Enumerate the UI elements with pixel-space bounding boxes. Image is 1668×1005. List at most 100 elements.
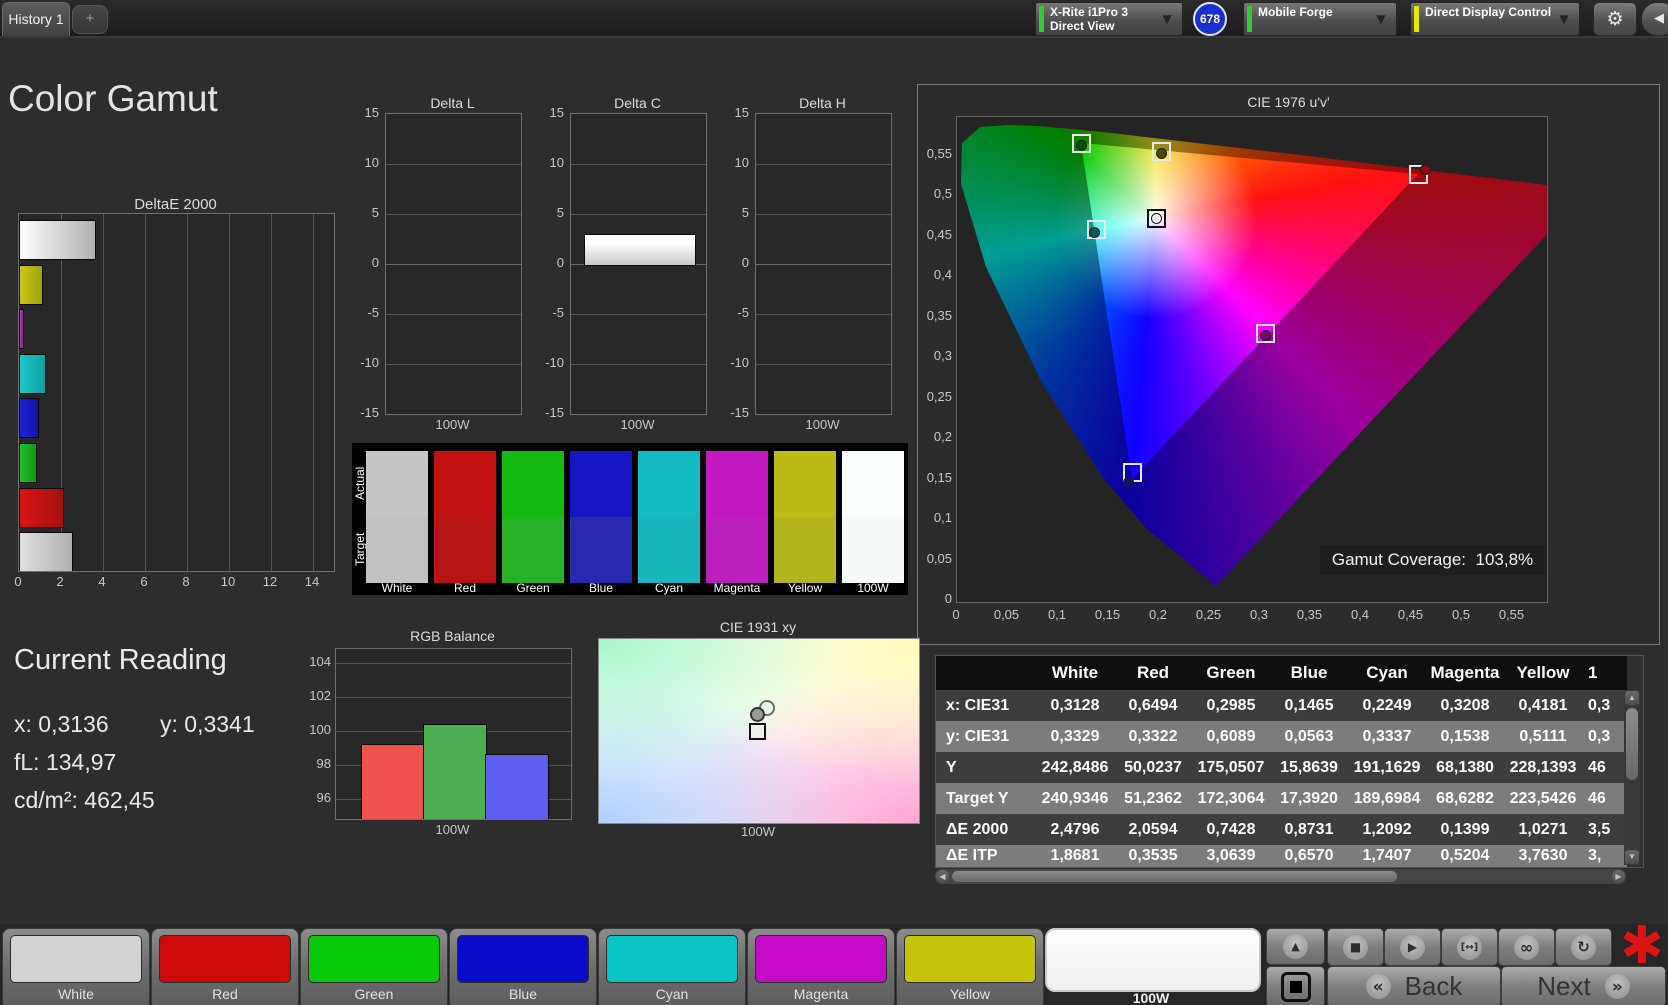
- add-tab-button[interactable]: +: [72, 5, 108, 34]
- gamut-coverage-readout: Gamut Coverage: 103,8%: [1320, 545, 1545, 575]
- target-swatch: [366, 517, 428, 583]
- pattern-label: Yellow: [950, 986, 990, 1002]
- table-cell: 0,5111: [1519, 727, 1567, 745]
- delta-chart-delta-h: [755, 113, 892, 415]
- target-swatch: [774, 517, 836, 583]
- pattern-chip: [308, 935, 440, 983]
- deltae-bar-cyan: [19, 354, 46, 394]
- gridline: [145, 214, 146, 571]
- x-tick-label: 0,4: [1350, 607, 1370, 622]
- calibration-asterisk-icon[interactable]: ✱: [1620, 916, 1664, 976]
- loop-button[interactable]: ∞: [1498, 928, 1555, 966]
- table-cell: 0,8731: [1284, 820, 1334, 838]
- scroll-up-arrow-icon[interactable]: ▲: [1625, 691, 1639, 705]
- y-tick-label: -5: [552, 305, 564, 320]
- x-tick-label: 2: [56, 574, 64, 589]
- table-cell-partial: 46: [1588, 758, 1606, 776]
- play-button[interactable]: ▶: [1384, 928, 1441, 966]
- table-vertical-scrollbar[interactable]: ▲ ▼: [1624, 690, 1640, 865]
- pattern-button-green[interactable]: Green: [300, 928, 448, 1005]
- settings-button[interactable]: ⚙: [1593, 2, 1637, 36]
- pattern-button-magenta[interactable]: Magenta: [747, 928, 895, 1005]
- scroll-left-arrow-icon[interactable]: ◀: [936, 870, 949, 883]
- cyan-marker-dot: [1089, 227, 1100, 238]
- pattern-chip: [457, 935, 589, 983]
- pattern-up-button[interactable]: ▲: [1266, 928, 1325, 965]
- table-cell: 172,3064: [1197, 789, 1265, 807]
- column-header-partial: 1: [1588, 663, 1598, 682]
- source-dropdown[interactable]: Mobile Forge ▼: [1243, 2, 1397, 36]
- table-cell: 1,7407: [1362, 847, 1412, 864]
- column-header-blue: Blue: [1290, 663, 1328, 682]
- column-header-red: Red: [1136, 663, 1170, 682]
- pattern-label: Red: [212, 986, 238, 1002]
- row-label: ΔE 2000: [946, 820, 1009, 838]
- pattern-button-yellow[interactable]: Yellow: [896, 928, 1044, 1005]
- x-tick-label: 4: [98, 574, 106, 589]
- pattern-button-blue[interactable]: Blue: [449, 928, 597, 1005]
- back-button[interactable]: « Back: [1327, 966, 1501, 1005]
- table-cell: 0,2985: [1206, 696, 1256, 714]
- row-label: y: CIE31: [946, 727, 1010, 745]
- actual-swatch: [706, 451, 768, 517]
- gridline: [187, 214, 188, 571]
- meter-dropdown[interactable]: X-Rite i1Pro 3 Direct View ▼: [1035, 2, 1183, 36]
- stop-button[interactable]: ■: [1327, 928, 1384, 966]
- table-cell-partial: 0,3: [1588, 727, 1611, 745]
- pattern-label: Blue: [508, 986, 538, 1002]
- table-cell-partial: 3,5: [1588, 820, 1611, 838]
- delta-chart-delta-c: [570, 113, 707, 415]
- table-cell: 223,5426: [1509, 789, 1577, 807]
- scroll-down-arrow-icon[interactable]: ▼: [1625, 850, 1639, 864]
- pattern-label: Green: [354, 986, 394, 1002]
- y-tick-label: 10: [549, 155, 564, 170]
- swatch-label: Blue: [588, 581, 614, 595]
- table-cell: 17,3920: [1280, 789, 1338, 807]
- gridline: [271, 214, 272, 571]
- table-row: x: CIE31 0,3128 0,6494 0,2985 0,1465 0,2249 0,…: [936, 690, 1627, 721]
- y-tick-label: -5: [367, 305, 379, 320]
- pattern-button-white[interactable]: White: [2, 928, 150, 1005]
- scroll-thumb[interactable]: [1626, 708, 1638, 780]
- top-bar: History 1 + X-Rite i1Pro 3 Direct View ▼…: [0, 0, 1668, 38]
- next-chevrons-icon: »: [1611, 976, 1623, 997]
- gridline: [336, 697, 571, 698]
- step-button[interactable]: [↔]: [1441, 928, 1498, 966]
- target-row-label: Target: [353, 532, 367, 566]
- table-cell: 68,6282: [1436, 789, 1494, 807]
- tab-history-1[interactable]: History 1: [2, 2, 70, 36]
- table-cell: 242,8486: [1041, 758, 1109, 776]
- table-horizontal-scrollbar[interactable]: ◀ ▶: [935, 869, 1626, 884]
- y-tick-label: 98: [316, 756, 331, 771]
- pattern-button-cyan[interactable]: Cyan: [598, 928, 746, 1005]
- pattern-button-100w-selected[interactable]: [1045, 928, 1261, 992]
- reading-cdm2: cd/m²: 462,45: [14, 787, 155, 813]
- swatch-label: Yellow: [787, 581, 823, 595]
- display-control-dropdown[interactable]: Direct Display Control ▼: [1410, 2, 1580, 36]
- scroll-thumb[interactable]: [952, 871, 1397, 882]
- swatch-label: Magenta: [713, 581, 761, 595]
- actual-swatch: [502, 451, 564, 517]
- pattern-label: Cyan: [655, 986, 689, 1002]
- row-label: x: CIE31: [946, 696, 1010, 714]
- column-header-cyan: Cyan: [1366, 663, 1408, 682]
- pattern-label: Magenta: [793, 986, 849, 1002]
- table-cell: 2,0594: [1128, 820, 1178, 838]
- table-row: Target Y 240,9346 51,2362 172,3064 17,3920 18…: [936, 783, 1627, 814]
- y-tick-label: 15: [549, 105, 564, 120]
- table-cell: 51,2362: [1124, 789, 1182, 807]
- y-tick-label: 100: [309, 722, 331, 737]
- table-cell: 0,7428: [1206, 820, 1256, 838]
- chevron-down-icon: ▼: [1376, 12, 1386, 26]
- row-label: Target Y: [946, 789, 1009, 807]
- y-tick-label: 104: [309, 654, 331, 669]
- target-swatch: [638, 517, 700, 583]
- pattern-button-red[interactable]: Red: [151, 928, 299, 1005]
- x-tick-label: 14: [304, 574, 320, 589]
- scroll-right-arrow-icon[interactable]: ▶: [1612, 870, 1625, 883]
- pattern-window-button[interactable]: [1266, 966, 1325, 1005]
- refresh-button[interactable]: ↻: [1555, 928, 1612, 966]
- column-header-green: Green: [1206, 663, 1256, 682]
- table-cell: 0,3329: [1050, 727, 1100, 745]
- collapse-panel-button[interactable]: ◀: [1641, 2, 1668, 36]
